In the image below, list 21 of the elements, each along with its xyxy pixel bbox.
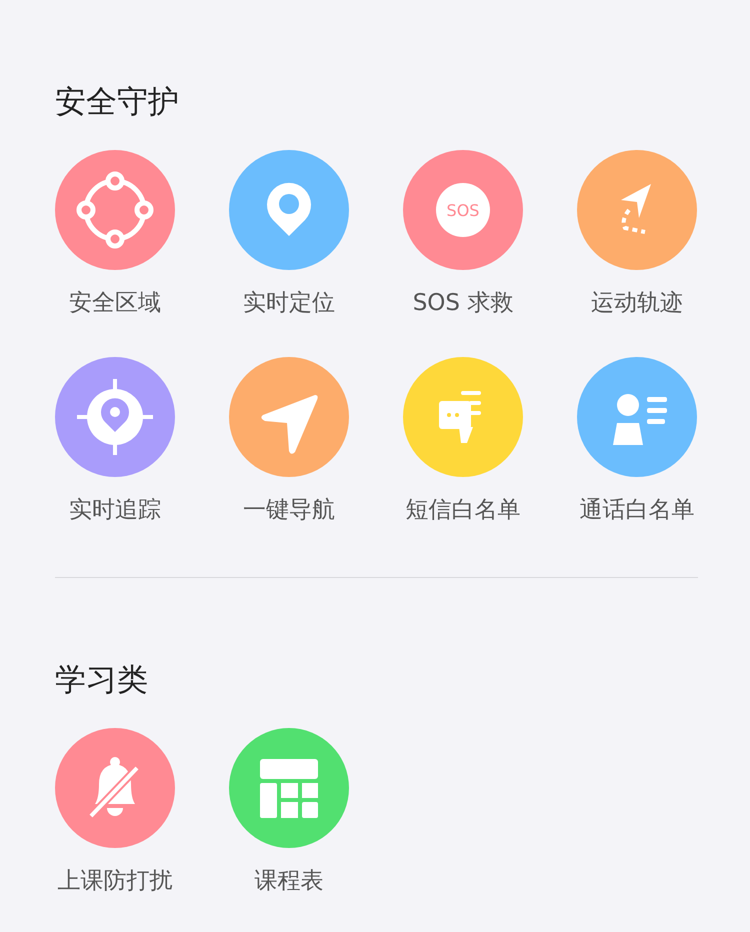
feature-label[interactable]: 一键导航	[243, 495, 335, 525]
sms-app-icon[interactable]	[403, 357, 523, 477]
mute-app-icon[interactable]	[55, 728, 175, 848]
section-title: 安全守护	[55, 83, 180, 122]
feature-label[interactable]: 课程表	[254, 866, 324, 896]
table-app-icon[interactable]	[229, 728, 349, 848]
section-title: 学习类	[55, 661, 149, 700]
feature-label[interactable]: 实时追踪	[69, 495, 161, 525]
contact-app-icon[interactable]	[577, 357, 697, 477]
nav-app-icon[interactable]	[229, 357, 349, 477]
target-app-icon[interactable]	[55, 357, 175, 477]
feature-label[interactable]: 运动轨迹	[591, 288, 683, 318]
feature-label[interactable]: SOS 求救	[412, 288, 514, 318]
feature-label[interactable]: 通话白名单	[580, 495, 694, 525]
feature-label[interactable]: 短信白名单	[406, 495, 520, 525]
zone-app-icon[interactable]	[55, 150, 175, 270]
pin-app-icon[interactable]	[229, 150, 349, 270]
feature-label[interactable]: 安全区域	[69, 288, 161, 318]
track-app-icon[interactable]	[577, 150, 697, 270]
feature-label[interactable]: 上课防打扰	[58, 866, 172, 896]
feature-label[interactable]: 实时定位	[243, 288, 335, 318]
